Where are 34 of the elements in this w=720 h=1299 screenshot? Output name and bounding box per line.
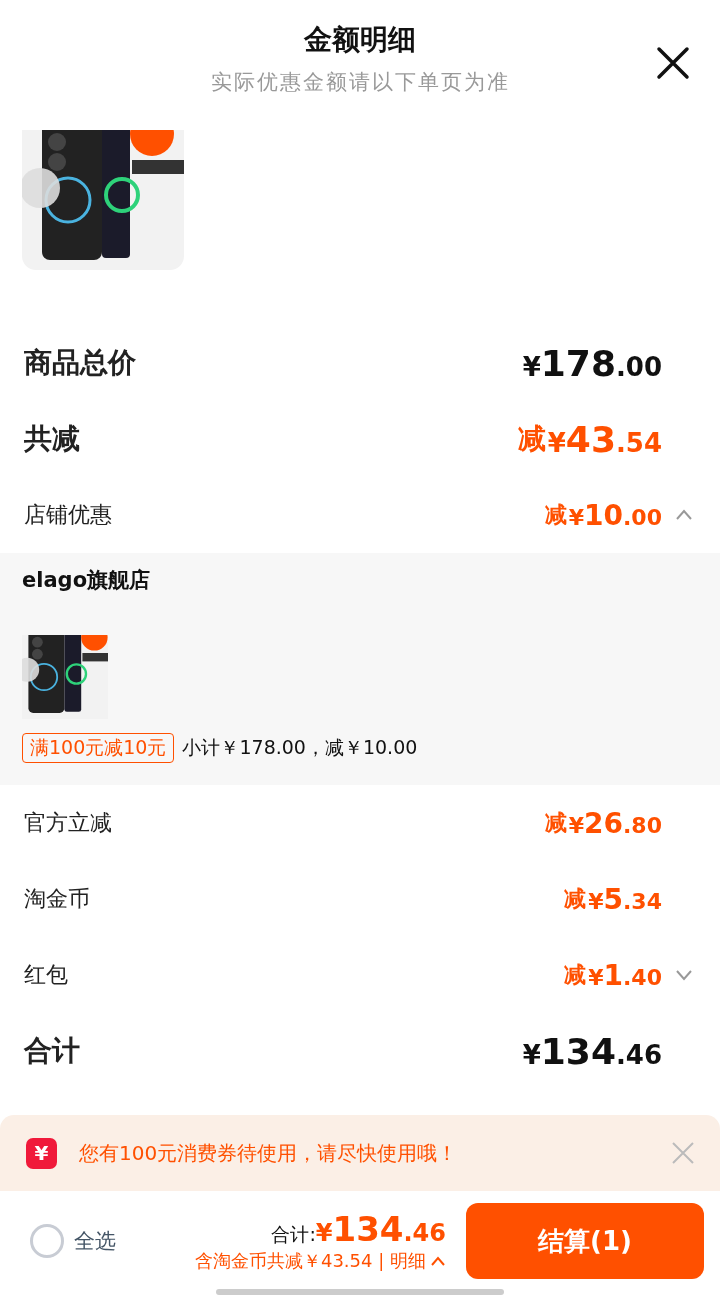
- price: ¥134.46: [522, 1030, 662, 1072]
- minus-label: 减: [564, 961, 587, 989]
- row-label: 合计: [24, 1033, 80, 1069]
- checkout-button[interactable]: 结算(1): [466, 1203, 704, 1279]
- savings-detail-link[interactable]: 含淘金币共减￥43.54 | 明细: [194, 1249, 426, 1273]
- minus-label: 减: [544, 501, 567, 529]
- price: ¥43.54: [547, 418, 662, 460]
- row-label: 店铺优惠: [24, 501, 112, 529]
- row-label: 官方立减: [24, 809, 112, 837]
- price: ¥178.00: [522, 342, 662, 384]
- select-all-checkbox[interactable]: [30, 1224, 64, 1258]
- subtotal-text: 小计￥178.00，减￥10.00: [182, 735, 418, 760]
- price: ¥5.34: [588, 882, 662, 916]
- store-name: elago旗舰店: [22, 567, 152, 594]
- minus-label: 减: [517, 421, 546, 457]
- price: ¥26.80: [568, 806, 662, 840]
- row-label: 共减: [24, 421, 80, 457]
- row-label: 淘金币: [24, 885, 90, 913]
- row-label: 商品总价: [24, 345, 136, 381]
- minus-label: 减: [544, 809, 567, 837]
- minus-label: 减: [564, 885, 587, 913]
- close-icon[interactable]: [656, 46, 690, 80]
- select-all-label: 全选: [74, 1228, 116, 1255]
- row-label: 红包: [24, 961, 68, 989]
- chevron-icon[interactable]: [430, 1254, 446, 1268]
- window-title: 金额明细: [304, 22, 416, 58]
- subtitle: 实际优惠金额请以下单页为准: [210, 69, 510, 96]
- coupon-message: 您有100元消费券待使用，请尽快使用哦！: [79, 1139, 459, 1167]
- coupon-icon: ¥: [26, 1137, 57, 1169]
- promo-tag: 满100元减10元: [22, 733, 175, 763]
- price: ¥134.46: [315, 1209, 446, 1249]
- total-label: 合计:: [271, 1222, 316, 1247]
- price: ¥1.40: [588, 958, 662, 992]
- price: ¥10.00: [568, 498, 662, 532]
